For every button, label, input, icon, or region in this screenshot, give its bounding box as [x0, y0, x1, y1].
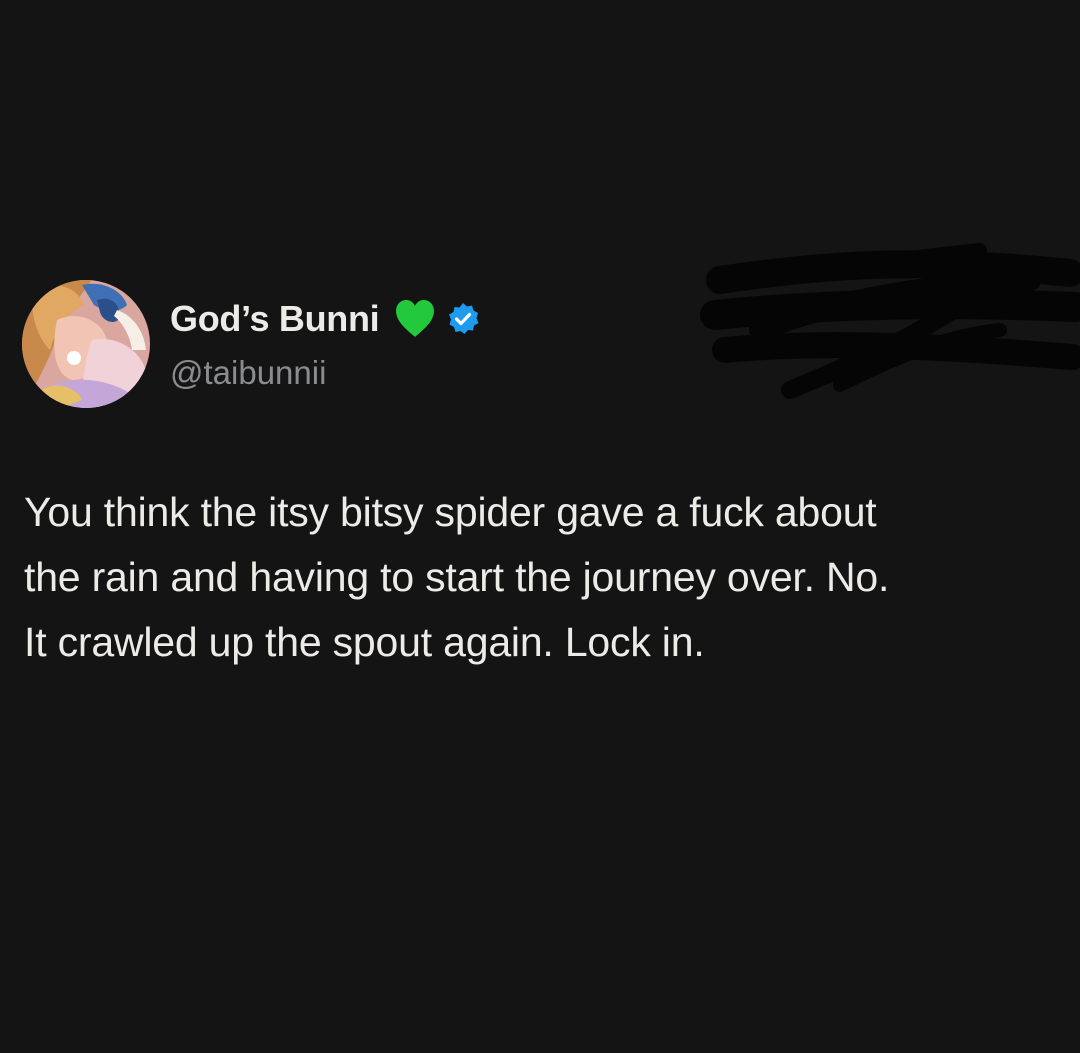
tweet-card: God’s Bunni @taibunnii You think the its…: [0, 0, 1080, 1053]
tweet-text-line: It crawled up the spout again. Lock in.: [24, 619, 705, 665]
user-handle[interactable]: @taibunnii: [170, 354, 326, 392]
tweet-text: You think the itsy bitsy spider gave a f…: [24, 480, 1064, 675]
author-name-row: God’s Bunni: [170, 294, 481, 344]
verified-badge-icon[interactable]: [445, 301, 481, 337]
display-name[interactable]: God’s Bunni: [170, 298, 380, 340]
avatar-illustration: [22, 280, 150, 408]
tweet-text-line: the rain and having to start the journey…: [24, 554, 890, 600]
tweet-text-line: You think the itsy bitsy spider gave a f…: [24, 489, 877, 535]
redaction-scribble: [700, 243, 1080, 399]
avatar[interactable]: [22, 280, 150, 408]
green-heart-icon: [393, 297, 437, 341]
